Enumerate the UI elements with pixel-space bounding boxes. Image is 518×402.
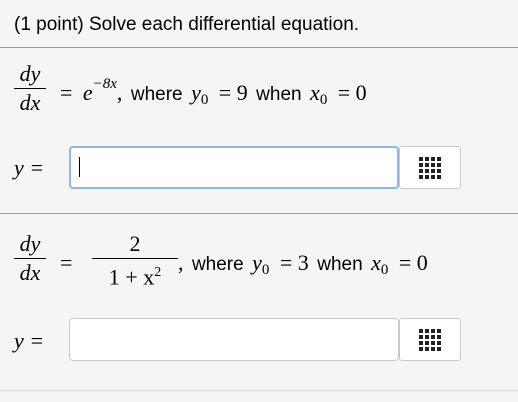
- p2-y0-value: = 3: [279, 250, 309, 275]
- p2-equation-editor-button[interactable]: [399, 318, 461, 361]
- p1-where-label: where: [130, 84, 183, 105]
- p1-lhs-numerator: dy: [19, 61, 41, 86]
- p2-answer-label: y =: [14, 328, 45, 353]
- p1-exp-base: e: [82, 80, 93, 105]
- p2-rhs-fraction-bar: [92, 258, 178, 259]
- p2-comma: ,: [178, 250, 184, 275]
- p1-comma: ,: [116, 80, 123, 105]
- p1-lhs-fraction-bar: [14, 88, 46, 89]
- p1-lhs-fraction: dy dx: [14, 62, 46, 115]
- bottom-divider: [0, 390, 518, 391]
- p2-lhs-numerator: dy: [19, 231, 41, 256]
- p1-lhs-denominator: dx: [19, 90, 41, 115]
- p2-rhs-denominator: 1 + x2: [108, 264, 162, 290]
- top-divider: [0, 47, 518, 48]
- p2-lhs-denominator: dx: [19, 260, 41, 285]
- p2-when-label: when: [317, 254, 363, 275]
- p1-answer-label: y =: [14, 155, 45, 180]
- p1-equation-rhs: = e−8x, where y0 = 9 when x0 = 0: [60, 76, 367, 109]
- p2-x0-var: x: [371, 250, 381, 275]
- p1-y0-value: = 9: [218, 80, 248, 105]
- p2-equals-sign: =: [60, 250, 73, 275]
- p2-answer-input[interactable]: [69, 318, 399, 361]
- p2-lhs-fraction: dy dx: [14, 232, 46, 285]
- p2-rhs-fraction: 2 1 + x2: [92, 232, 178, 289]
- p2-conditions: , where y0 = 3 when x0 = 0: [178, 250, 428, 279]
- p2-y0-var: y: [252, 250, 262, 275]
- p2-x0-sub: 0: [380, 262, 389, 279]
- p1-when-label: when: [256, 84, 302, 105]
- p2-x0-value: = 0: [398, 250, 428, 275]
- problem-header: (1 point) Solve each differential equati…: [14, 14, 360, 35]
- p2-y0-sub: 0: [261, 262, 270, 279]
- text-caret: [79, 157, 80, 177]
- p1-answer-wrapper: [69, 146, 399, 189]
- p1-y0-sub: 0: [200, 92, 209, 109]
- p1-equals-sign: =: [60, 80, 73, 105]
- p2-rhs-numerator: 2: [129, 231, 141, 256]
- grid-icon: [419, 328, 441, 351]
- p1-answer-input[interactable]: [69, 146, 399, 189]
- p1-x0-var: x: [310, 80, 320, 105]
- grid-icon: [419, 156, 441, 179]
- problem-divider: [0, 213, 518, 214]
- p1-equation-editor-button[interactable]: [399, 146, 461, 189]
- p1-exp-power: −8x: [92, 75, 117, 92]
- p2-lhs-fraction-bar: [14, 258, 46, 259]
- p1-x0-value: = 0: [337, 80, 367, 105]
- p1-x0-sub: 0: [319, 92, 328, 109]
- p2-where-label: where: [191, 254, 244, 275]
- p1-y0-var: y: [191, 80, 201, 105]
